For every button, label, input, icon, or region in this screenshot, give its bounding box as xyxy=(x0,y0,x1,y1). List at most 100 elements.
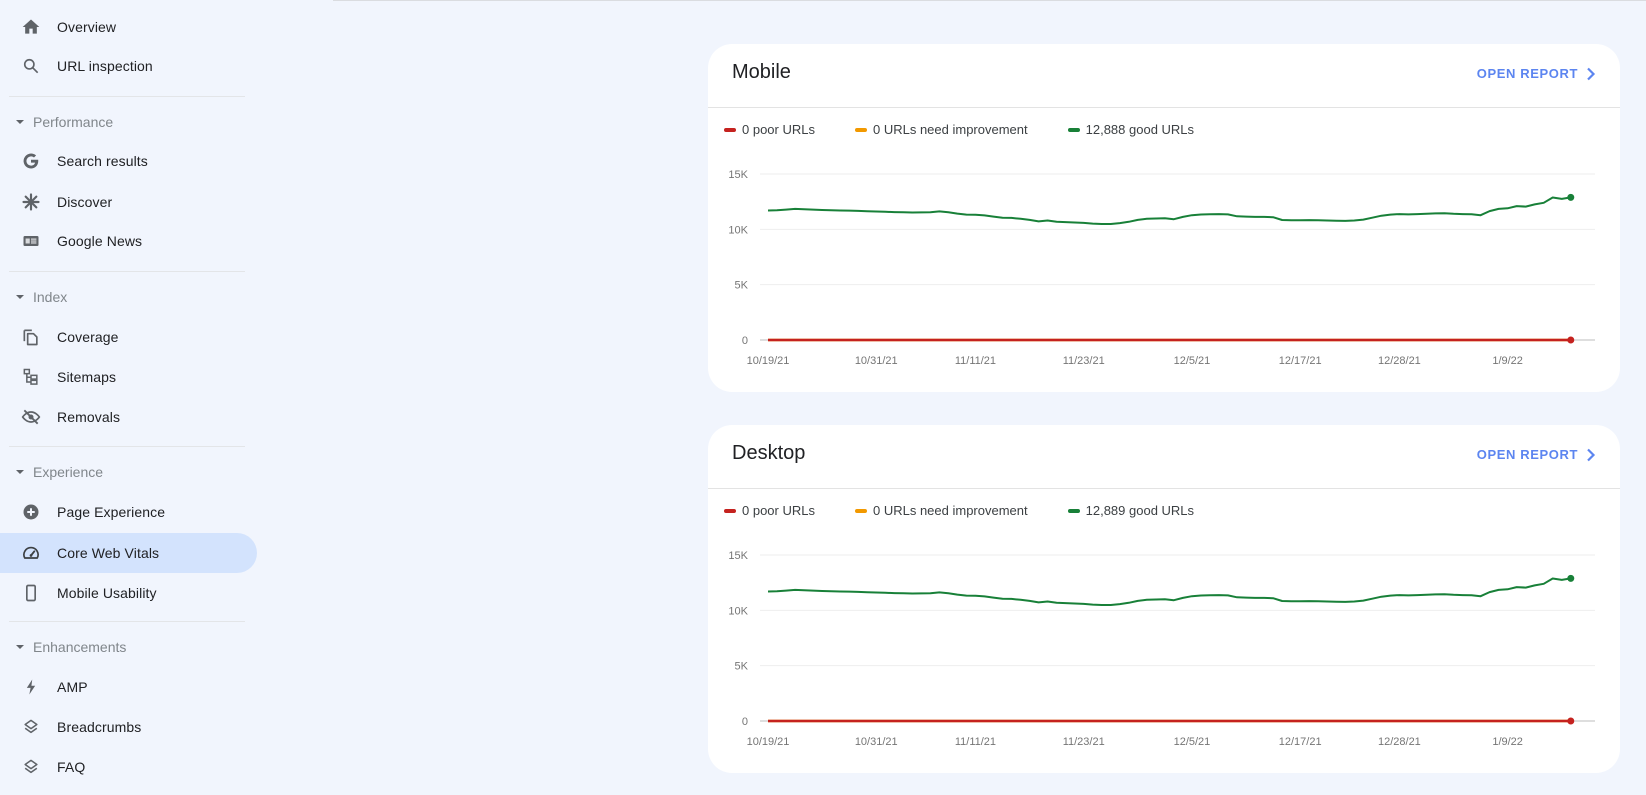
x-tick-label: 12/28/21 xyxy=(1378,736,1421,748)
chart-legend: 0 poor URLs 0 URLs need improvement 12,8… xyxy=(724,122,1234,137)
legend-item-poor[interactable]: 0 poor URLs xyxy=(724,503,815,518)
legend-swatch-poor xyxy=(724,508,736,513)
google-g-icon xyxy=(20,150,42,172)
series-line-good xyxy=(767,577,1571,606)
sidebar-item-label: URL inspection xyxy=(57,58,153,74)
eye-off-icon xyxy=(20,406,42,428)
section-label: Enhancements xyxy=(33,639,127,655)
series-endpoint-poor[interactable] xyxy=(1567,717,1575,725)
caret-down-icon xyxy=(16,295,24,299)
mobile-chart[interactable]: 0 5K 10K 15K 10/19/21 10/31/21 11/11/21 11/23/2… xyxy=(708,152,1620,392)
legend-item-needs-improvement[interactable]: 0 URLs need improvement xyxy=(854,503,1028,518)
sidebar-item-label: Overview xyxy=(57,19,117,35)
home-icon xyxy=(20,16,42,38)
open-report-button[interactable]: OPEN REPORT xyxy=(1477,447,1596,462)
legend-item-poor[interactable]: 0 poor URLs xyxy=(724,122,815,137)
sidebar-item-label: Sitemaps xyxy=(57,369,117,385)
sidebar-divider xyxy=(9,96,245,97)
sidebar-item-search-results[interactable]: Search results xyxy=(0,141,257,181)
desktop-report-card: Desktop OPEN REPORT 0 poor URLs 0 URLs n… xyxy=(708,425,1620,773)
x-tick-label: 12/5/21 xyxy=(1174,355,1211,367)
copy-file-icon xyxy=(20,326,42,348)
asterisk-icon xyxy=(20,191,42,213)
series-endpoint-good[interactable] xyxy=(1567,574,1575,582)
x-tick-label: 10/31/21 xyxy=(855,736,898,748)
sidebar-item-amp[interactable]: AMP xyxy=(0,667,257,707)
y-tick-label: 5K xyxy=(735,661,749,673)
legend-item-good[interactable]: 12,889 good URLs xyxy=(1067,503,1194,518)
header-bottom-border xyxy=(333,0,1646,1)
legend-label: 0 URLs need improvement xyxy=(872,503,1028,518)
mobile-report-card: Mobile OPEN REPORT 0 poor URLs 0 URLs ne… xyxy=(708,44,1620,392)
y-tick-label: 15K xyxy=(728,169,748,181)
series-line-good xyxy=(767,196,1571,225)
sidebar-item-label: Coverage xyxy=(57,329,119,345)
sidebar-item-label: Discover xyxy=(57,194,113,210)
legend-swatch-needs-improvement xyxy=(854,127,867,132)
sidebar-item-discover[interactable]: Discover xyxy=(0,182,257,222)
card-divider xyxy=(708,107,1620,108)
sidebar-divider xyxy=(9,271,245,272)
open-report-button[interactable]: OPEN REPORT xyxy=(1477,66,1596,81)
sidebar-item-sitemaps[interactable]: Sitemaps xyxy=(0,357,257,397)
x-tick-label: 10/19/21 xyxy=(747,355,790,367)
sidebar-nav: Overview URL inspection Performance Sear… xyxy=(0,0,260,795)
x-tick-label: 10/19/21 xyxy=(747,736,790,748)
section-toggle-enhancements[interactable]: Enhancements xyxy=(0,632,257,662)
x-tick-label: 12/17/21 xyxy=(1279,355,1322,367)
open-report-label: OPEN REPORT xyxy=(1476,447,1578,462)
legend-label: 12,888 good URLs xyxy=(1085,122,1195,137)
y-tick-label: 5K xyxy=(735,280,749,292)
sidebar-item-overview[interactable]: Overview xyxy=(0,7,257,47)
legend-label: 0 URLs need improvement xyxy=(872,122,1028,137)
sidebar-item-removals[interactable]: Removals xyxy=(0,397,257,437)
section-toggle-index[interactable]: Index xyxy=(0,282,257,312)
card-title: Desktop xyxy=(732,442,806,464)
series-endpoint-poor[interactable] xyxy=(1567,336,1575,344)
x-tick-label: 10/31/21 xyxy=(855,355,898,367)
legend-swatch-good xyxy=(1067,127,1080,132)
open-report-label: OPEN REPORT xyxy=(1476,66,1578,81)
sidebar-divider xyxy=(9,446,245,447)
sidebar-item-breadcrumbs[interactable]: Breadcrumbs xyxy=(0,707,257,747)
card-title: Mobile xyxy=(732,61,791,83)
section-toggle-experience[interactable]: Experience xyxy=(0,457,257,487)
legend-item-needs-improvement[interactable]: 0 URLs need improvement xyxy=(854,122,1028,137)
legend-label: 0 poor URLs xyxy=(742,503,815,518)
gauge-icon xyxy=(20,542,42,564)
x-tick-label: 11/23/21 xyxy=(1063,736,1105,748)
sidebar-item-coverage[interactable]: Coverage xyxy=(0,317,257,357)
section-label: Performance xyxy=(33,114,114,130)
chevron-right-icon xyxy=(1587,67,1596,80)
sidebar-item-mobile-usability[interactable]: Mobile Usability xyxy=(0,573,257,613)
sidebar-item-label: Breadcrumbs xyxy=(57,719,142,735)
sidebar-item-core-web-vitals[interactable]: Core Web Vitals xyxy=(0,533,257,573)
sidebar-item-label: Google News xyxy=(57,233,143,249)
bolt-icon xyxy=(20,676,42,698)
legend-swatch-good xyxy=(1067,508,1080,513)
sidebar-item-google-news[interactable]: Google News xyxy=(0,221,257,261)
caret-down-icon xyxy=(16,470,24,474)
legend-item-good[interactable]: 12,888 good URLs xyxy=(1067,122,1195,137)
x-tick-label: 11/11/21 xyxy=(955,355,996,367)
legend-swatch-needs-improvement xyxy=(854,508,867,513)
y-tick-label: 0 xyxy=(742,335,748,347)
sidebar-item-label: Removals xyxy=(57,409,121,425)
sidebar-item-page-experience[interactable]: Page Experience xyxy=(0,492,257,532)
sidebar-item-label: Page Experience xyxy=(57,504,166,520)
caret-down-icon xyxy=(16,120,24,124)
sidebar-item-faq[interactable]: FAQ xyxy=(0,747,257,787)
x-tick-label: 1/9/22 xyxy=(1492,355,1523,367)
chart-legend: 0 poor URLs 0 URLs need improvement 12,8… xyxy=(724,503,1234,518)
section-toggle-performance[interactable]: Performance xyxy=(0,107,257,137)
desktop-chart[interactable]: 0 5K 10K 15K 10/19/21 10/31/21 11/11/21 11/23/2… xyxy=(708,533,1620,773)
y-tick-label: 15K xyxy=(728,550,748,562)
x-tick-label: 11/11/21 xyxy=(955,736,996,748)
y-tick-label: 10K xyxy=(728,605,748,617)
card-divider xyxy=(708,488,1620,489)
x-tick-label: 1/9/22 xyxy=(1492,736,1523,748)
x-tick-label: 12/17/21 xyxy=(1279,736,1322,748)
sidebar-item-url-inspection[interactable]: URL inspection xyxy=(0,46,257,86)
sidebar-item-label: Search results xyxy=(57,153,148,169)
series-endpoint-good[interactable] xyxy=(1567,193,1575,201)
